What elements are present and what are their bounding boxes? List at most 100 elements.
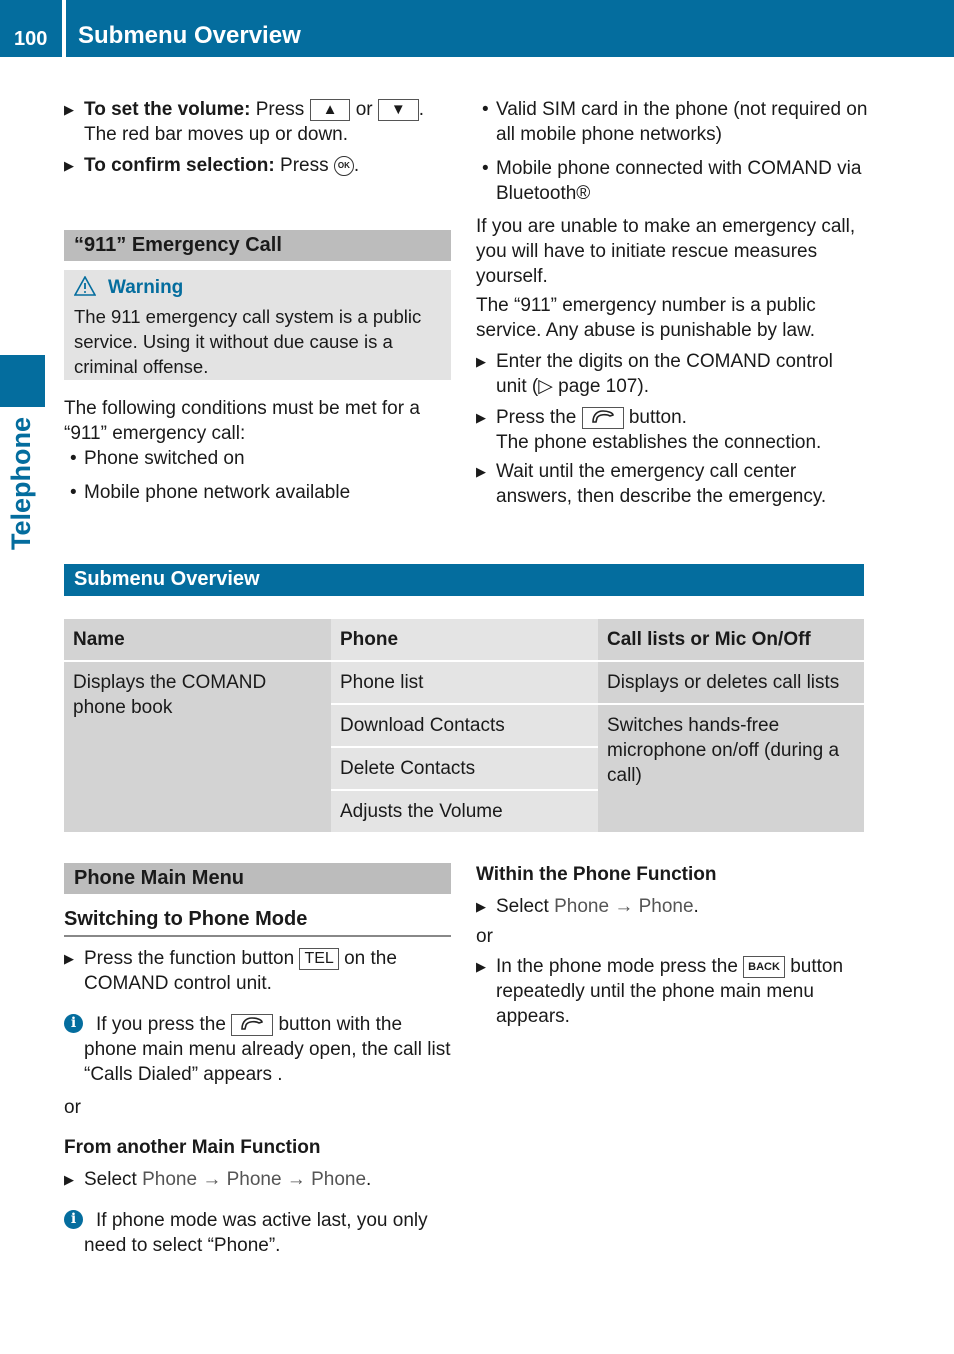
conditions-intro: The following conditions must be met for…	[64, 398, 420, 444]
step-result: The red bar moves up or down.	[84, 124, 349, 145]
step-text: Press	[280, 155, 329, 176]
step-text: Press	[255, 99, 305, 120]
submenu-table: Name Phone Call lists or Mic On/Off Disp…	[64, 619, 864, 832]
phone-menu-left: ▶ Press the function button TEL on the CO…	[64, 946, 456, 1258]
step-arrow-icon: ▶	[64, 1172, 74, 1187]
step-text: Press the	[496, 407, 577, 428]
column-header-call-lists: Call lists or Mic On/Off	[598, 619, 864, 661]
section-heading-submenu: Submenu Overview	[64, 564, 864, 596]
step-set-volume: ▶ To set the volume: Press ▲ or ▼. The r…	[64, 97, 454, 147]
column-header-phone: Phone	[331, 619, 598, 661]
info-note: i If you press the button with the phone …	[64, 1012, 456, 1087]
section-title: Submenu Overview	[74, 568, 260, 590]
section-title: Phone Main Menu	[74, 867, 244, 889]
page-title: Submenu Overview	[78, 22, 301, 49]
step-arrow-icon: ▶	[476, 464, 486, 479]
up-key-icon: ▲	[309, 98, 351, 121]
info-text: If you press the	[96, 1014, 226, 1035]
phone-cell: Phone list	[331, 660, 598, 704]
section-heading-phone-main-menu: Phone Main Menu	[64, 863, 451, 894]
page-number: 100	[14, 28, 48, 50]
from-heading: From another Main Function	[64, 1137, 321, 1158]
warning-box: Warning The 911 emergency call system is…	[64, 270, 451, 380]
condition-text: Phone switched on	[84, 448, 245, 469]
side-tab-label: Telephone	[6, 416, 36, 550]
header-divider	[62, 0, 66, 57]
step-text: Press the function button	[84, 948, 295, 969]
volume-steps: ▶ To set the volume: Press ▲ or ▼. The r…	[64, 97, 454, 178]
or-text: or	[476, 926, 493, 947]
condition-text: Valid SIM card in the phone (not require…	[496, 99, 868, 145]
step-select-from: ▶ Select Phone → Phone → Phone.	[64, 1169, 372, 1190]
phone-cell: Adjusts the Volume	[331, 789, 598, 832]
condition-item: • Phone switched on	[70, 448, 245, 469]
step-text: Select	[496, 896, 549, 917]
step-label: To confirm selection:	[84, 155, 275, 176]
menu-path: Phone → Phone → Phone	[142, 1169, 367, 1190]
or-text: or	[355, 99, 373, 120]
section-heading-emergency: “911” Emergency Call	[64, 230, 451, 261]
warning-title: Warning	[108, 277, 184, 298]
info-icon: i	[64, 1014, 83, 1033]
warning-triangle-icon	[73, 275, 97, 296]
within-heading: Within the Phone Function	[476, 864, 717, 885]
table-row: Displays the COMAND phone book Phone lis…	[64, 660, 864, 832]
step-press-call: ▶ Press the button. The phone establishes…	[476, 405, 868, 455]
page-header: 100 Submenu Overview	[0, 0, 954, 57]
step-text: Enter the digits on the COMAND control u…	[496, 351, 833, 397]
step-press-tel: ▶ Press the function button TEL on the CO…	[64, 946, 456, 996]
step-arrow-icon: ▶	[64, 951, 74, 966]
step-text: In the phone mode press the	[496, 956, 738, 977]
step-arrow-icon: ▶	[476, 959, 486, 974]
page-number-box: 100	[0, 0, 62, 57]
tel-key-icon: TEL	[299, 947, 339, 970]
step-arrow-icon: ▶	[476, 354, 486, 369]
condition-item: • Valid SIM card in the phone (not requir…	[482, 99, 868, 145]
phone-menu-right: Within the Phone Function ▶ Select Phone …	[476, 862, 868, 1029]
step-wait: ▶ Wait until the emergency call center an…	[476, 459, 868, 509]
condition-text: Mobile phone network available	[84, 482, 351, 503]
step-press-back: ▶ In the phone mode press the BACK button…	[476, 954, 868, 1029]
info-note: i If phone mode was active last, you only…	[64, 1208, 456, 1258]
down-key-icon: ▼	[377, 98, 419, 121]
step-select-within: ▶ Select Phone → Phone.	[476, 896, 699, 917]
info-icon: i	[64, 1210, 83, 1229]
back-key-icon: BACK	[743, 955, 785, 978]
condition-text: Mobile phone connected with COMAND via B…	[496, 158, 862, 204]
step-result: The phone establishes the connection.	[496, 432, 822, 453]
switching-heading: Switching to Phone Mode	[64, 908, 308, 930]
mic-cell: Switches hands-free microphone on/off (d…	[598, 703, 864, 832]
name-cell: Displays the COMAND phone book	[64, 660, 331, 832]
conditions-left: The following conditions must be met for…	[64, 396, 454, 505]
warning-text: The 911 emergency call system is a publi…	[74, 306, 422, 377]
step-arrow-icon: ▶	[64, 158, 74, 173]
phone-cell: Download Contacts	[331, 703, 598, 747]
info-text: If phone mode was active last, you only …	[84, 1210, 428, 1256]
step-confirm: ▶ To confirm selection: Press OK.	[64, 155, 360, 176]
condition-item: • Mobile phone connected with COMAND via …	[482, 158, 862, 204]
phone-cell: Delete Contacts	[331, 746, 598, 790]
side-tab-marker	[0, 355, 45, 407]
column-header-name: Name	[64, 619, 331, 661]
step-arrow-icon: ▶	[476, 410, 486, 425]
warning-heading: Warning	[73, 275, 184, 299]
emergency-right-column: • Valid SIM card in the phone (not requir…	[476, 97, 868, 509]
step-text: Wait until the emergency call center ans…	[496, 461, 827, 507]
section-title: “911” Emergency Call	[74, 234, 282, 256]
para-public: The “911” emergency number is a public s…	[476, 295, 816, 341]
step-text: Select	[84, 1169, 137, 1190]
condition-item: • Mobile phone network available	[70, 482, 351, 503]
menu-path: Phone → Phone	[554, 896, 694, 917]
or-text: or	[64, 1097, 81, 1118]
call-lists-cell: Displays or deletes call lists	[598, 660, 864, 704]
ok-key-icon: OK	[333, 155, 354, 176]
step-enter-digits: ▶ Enter the digits on the COMAND control …	[476, 349, 868, 399]
step-arrow-icon: ▶	[64, 102, 74, 117]
para-unable: If you are unable to make an emergency c…	[476, 216, 856, 287]
step-arrow-icon: ▶	[476, 899, 486, 914]
table-header-row: Name Phone Call lists or Mic On/Off	[64, 619, 864, 661]
phone-call-key-icon	[581, 406, 624, 429]
phone-call-key-icon	[231, 1013, 274, 1036]
step-text: button.	[628, 407, 687, 428]
step-label: To set the volume:	[84, 99, 251, 120]
